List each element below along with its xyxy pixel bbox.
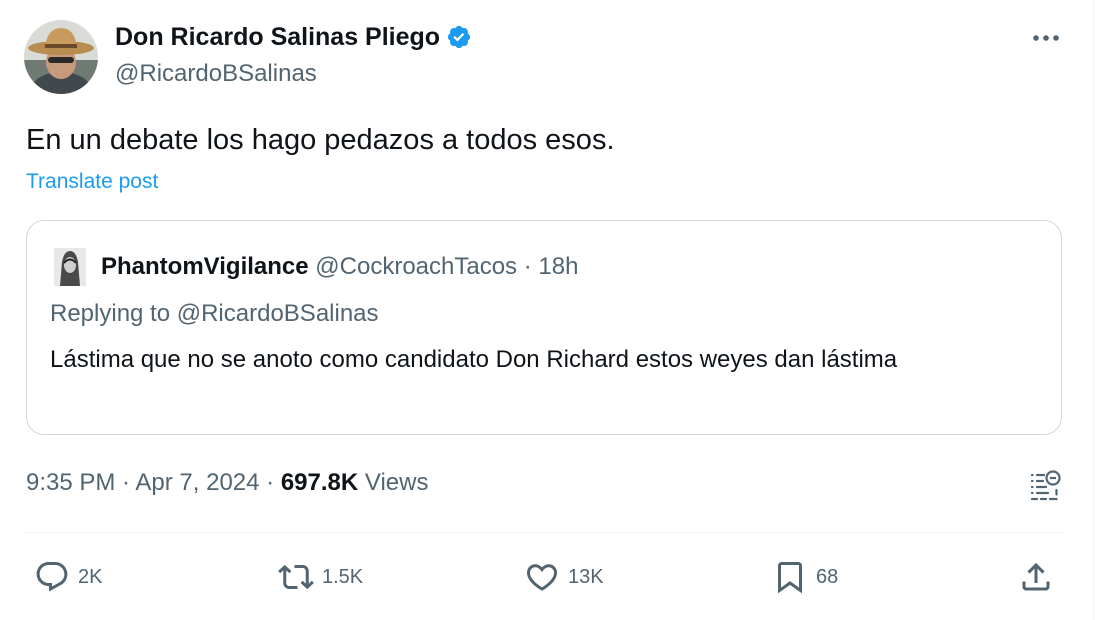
like-count: 13K [568, 565, 604, 588]
more-icon [1033, 35, 1059, 41]
reply-icon [36, 562, 68, 592]
heart-icon [526, 564, 558, 591]
views-label: Views [364, 469, 429, 496]
post-text: En un debate los hago pedazos a todos es… [26, 124, 615, 156]
reply-button[interactable]: 2K [34, 558, 102, 596]
quoted-post-age[interactable]: 18h [538, 253, 578, 280]
quoted-post-header: PhantomVigilance @CockroachTacos · 18h [101, 252, 578, 282]
post-date[interactable]: Apr 7, 2024 [135, 469, 259, 496]
views-count: 697.8K [280, 469, 359, 496]
repost-button[interactable]: 1.5K [278, 558, 363, 596]
meta-separator: · [259, 469, 281, 496]
more-options-button[interactable] [1028, 24, 1064, 52]
author-handle[interactable]: @RicardoBSalinas [115, 59, 317, 89]
quoted-separator: · [517, 253, 539, 280]
author-avatar[interactable] [24, 20, 98, 94]
quoted-display-name[interactable]: PhantomVigilance [101, 253, 309, 280]
meta-separator: · [115, 469, 136, 496]
analytics-button[interactable] [1026, 467, 1064, 503]
bookmark-button[interactable]: 68 [772, 558, 838, 596]
share-button[interactable] [1018, 558, 1062, 596]
repost-icon [278, 564, 314, 590]
author-name-text: Don Ricardo Salinas Pliego [115, 23, 441, 51]
quoted-author-avatar[interactable] [54, 248, 86, 286]
translate-post-link[interactable]: Translate post [26, 169, 158, 195]
quoted-handle[interactable]: @CockroachTacos [315, 253, 517, 280]
bookmark-icon [778, 562, 802, 594]
post-meta: 9:35 PM · Apr 7, 2024 · 697.8K Views [26, 467, 428, 499]
share-icon [1022, 562, 1050, 591]
repost-count: 1.5K [322, 565, 364, 588]
quoted-replying-to: Replying to @RicardoBSalinas [50, 300, 379, 327]
bookmark-count: 68 [816, 565, 839, 588]
quoted-post-card[interactable]: PhantomVigilance @CockroachTacos · 18h R… [26, 220, 1062, 435]
like-button[interactable]: 13K [524, 558, 604, 596]
analytics-icon [1030, 470, 1061, 501]
actions-divider [26, 532, 1062, 533]
verified-badge-icon [447, 25, 471, 49]
reply-count: 2K [78, 565, 103, 588]
author-display-name[interactable]: Don Ricardo Salinas Pliego [115, 22, 472, 52]
quoted-post-text: Lástima que no se anoto como candidato D… [50, 346, 898, 373]
right-divider [1093, 0, 1094, 620]
post-time[interactable]: 9:35 PM [26, 469, 115, 496]
